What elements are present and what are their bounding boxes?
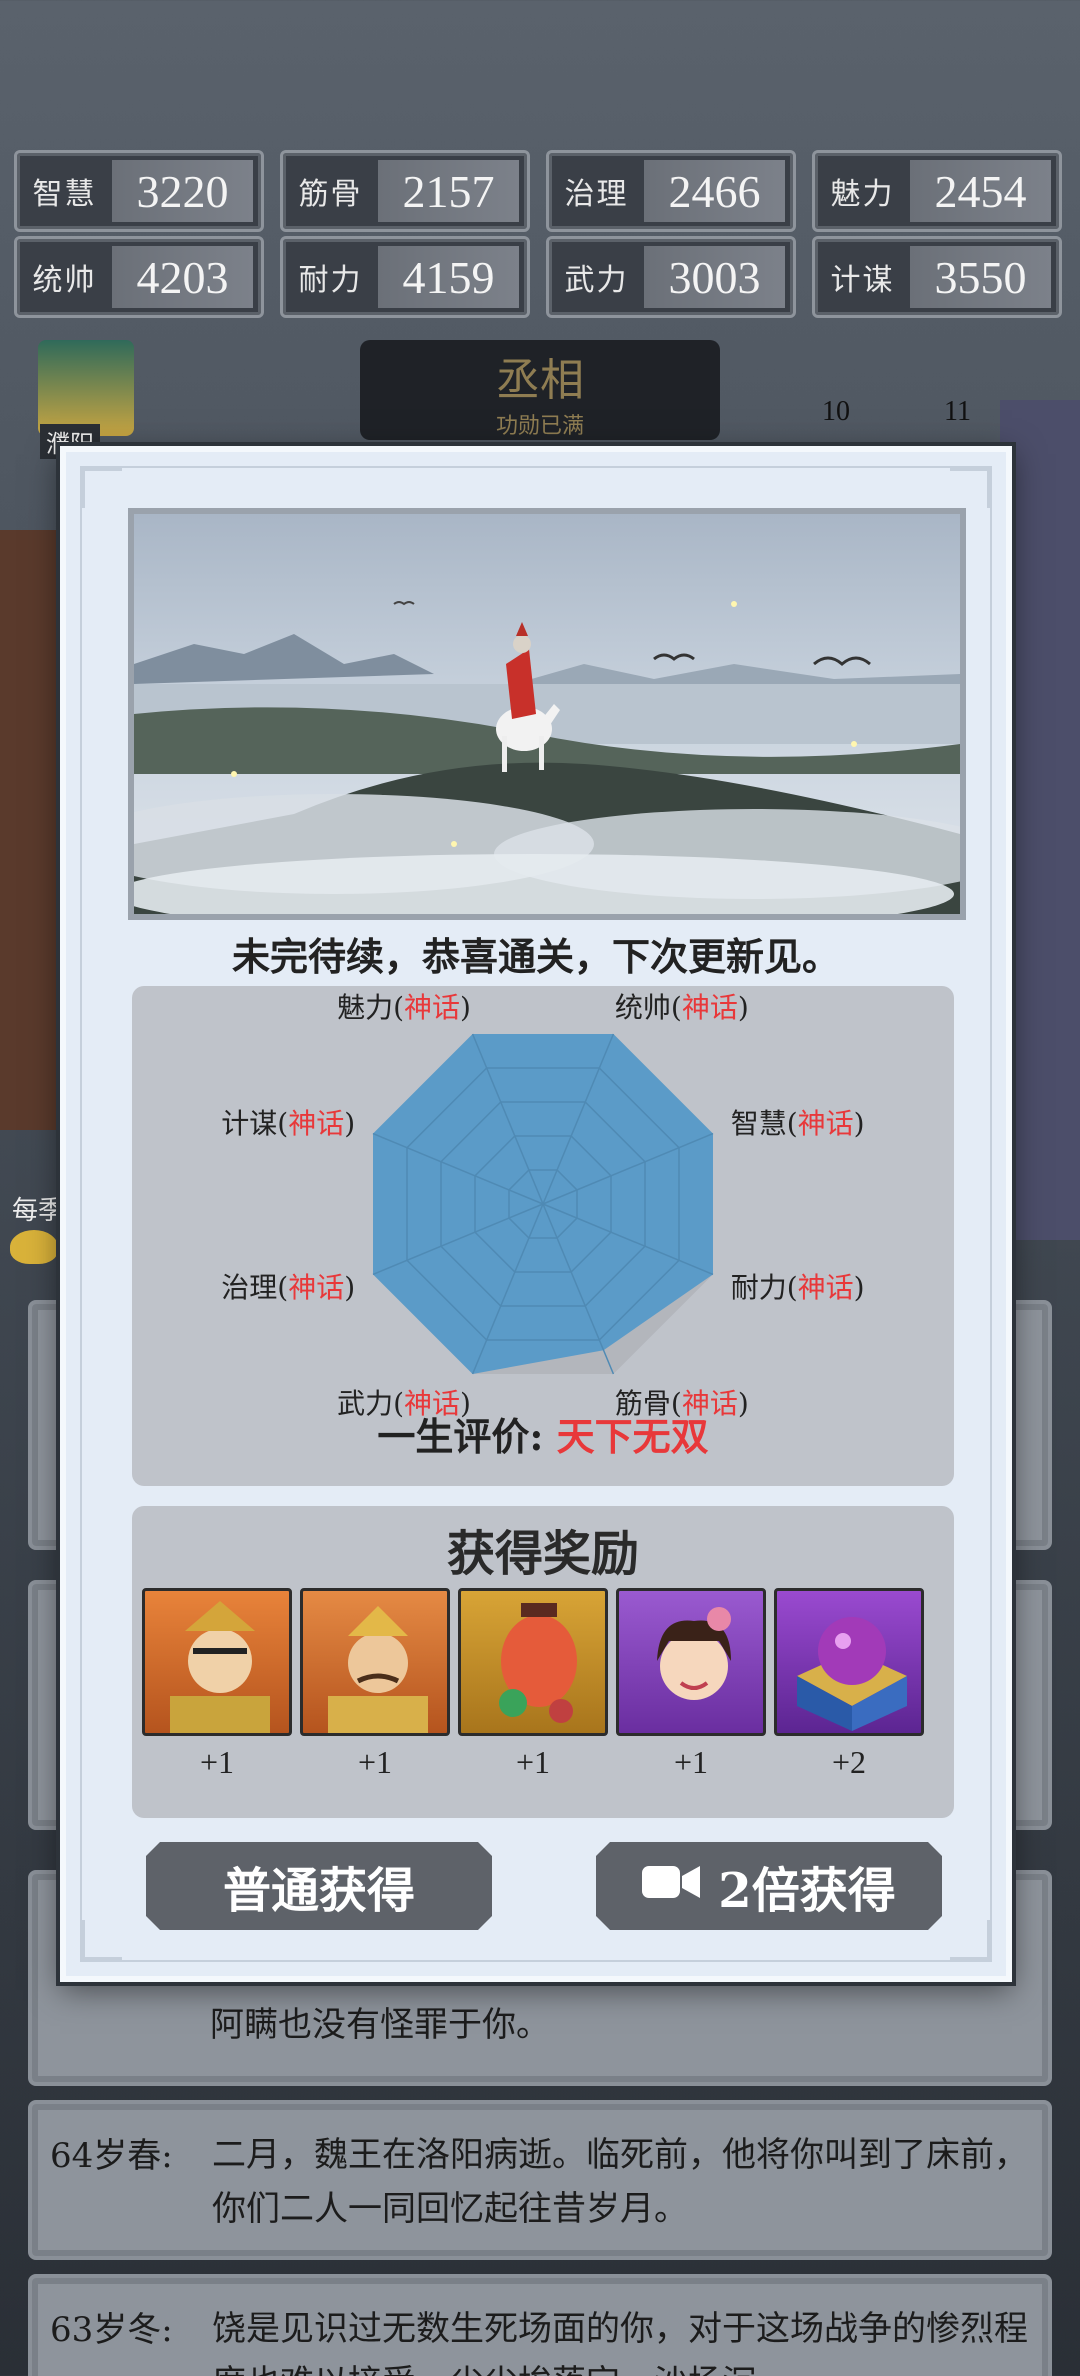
radar-label-grade: 神话 [288, 1107, 345, 1141]
left-portrait-strip [0, 530, 60, 1130]
treasure-chest-icon[interactable] [774, 1588, 924, 1736]
stat-label: 统帅 [32, 263, 97, 298]
stat-endurance: 耐力 4159 [280, 236, 530, 318]
radar-label-name: 治理( [221, 1270, 289, 1304]
radar-label-close: ) [460, 991, 471, 1025]
stat-label: 武力 [564, 263, 629, 298]
stat-label: 魅力 [830, 177, 895, 212]
double-claim-button[interactable]: 2倍获得 [596, 1842, 942, 1930]
lady-portrait-icon[interactable] [616, 1588, 766, 1736]
reward-count: +1 [357, 1744, 393, 1780]
stat-strategy: 计谋 3550 [812, 236, 1062, 318]
life-verdict: 一生评价: 天下无双 [132, 1406, 954, 1461]
verdict-label: 一生评价: [377, 1414, 544, 1459]
radar-label-name: 耐力( [730, 1270, 798, 1304]
stat-label: 耐力 [298, 263, 363, 298]
radar-label-close: ) [853, 1270, 865, 1304]
right-portrait-strip [1000, 400, 1080, 1240]
season-label: 每季 [12, 1196, 65, 1226]
radar-label: 魅力(神话) [337, 986, 471, 1026]
corner-ornament [82, 468, 122, 508]
radar-label: 统帅(神话) [615, 986, 749, 1026]
stat-value: 3550 [910, 246, 1051, 308]
log-card: 64岁春: 二月，魏王在洛阳病逝。临死前，他将你叫到了床前，你们二人一同回忆起往… [28, 2100, 1052, 2260]
reward-count: +1 [673, 1744, 709, 1780]
corner-ornament [82, 1920, 122, 1960]
radar-label-close: ) [344, 1107, 356, 1141]
rank-title: 丞相 [496, 355, 584, 406]
log-text: 饶是见识过无数生死场面的你，对于这场战争的惨烈程度也难以接受。尘尘埃落定，沙场沉 [212, 2309, 1028, 2376]
radar-label-name: 计谋( [221, 1107, 289, 1141]
level-badge: 10 [822, 396, 850, 427]
radar-label-close: ) [344, 1270, 356, 1304]
radar-label-grade: 神话 [797, 1270, 854, 1304]
stat-wisdom: 智慧 3220 [14, 150, 264, 232]
stat-value: 2454 [910, 160, 1051, 222]
radar-label-grade: 神话 [404, 991, 461, 1025]
stat-label: 筋骨 [298, 177, 363, 212]
rewards-title: 获得奖励 [446, 1526, 639, 1582]
stat-value: 2466 [644, 160, 785, 222]
radar-label-close: ) [737, 991, 749, 1025]
log-text: 二月，魏王在洛阳病逝。临死前，他将你叫到了床前，你们二人一同回忆起往昔岁月。 [212, 2135, 1028, 2229]
ending-modal: 未完待续，恭喜通关，下次更新见。 魅力(神话) 统帅(神话) 智慧(神话) 耐力(神话… [60, 446, 1012, 1982]
log-age: 64岁春: [50, 2136, 173, 2176]
radar-label-name: 智慧( [730, 1107, 798, 1141]
attribute-radar-panel: 魅力(神话) 统帅(神话) 智慧(神话) 耐力(神话) 筋骨(神话) 武力(神话) 治理(神… [132, 986, 954, 1486]
radar-label-name: 魅力( [337, 991, 405, 1025]
attribute-radar-chart [372, 1033, 714, 1375]
radar-label: 治理(神话) [221, 1266, 355, 1306]
reward-count: +2 [831, 1744, 867, 1780]
verdict-value: 天下无双 [556, 1414, 709, 1459]
stat-charisma: 魅力 2454 [812, 150, 1062, 232]
normal-claim-button[interactable]: 普通获得 [146, 1842, 492, 1930]
general-portrait-2-icon[interactable] [300, 1588, 450, 1736]
stat-label: 智慧 [32, 177, 97, 212]
stat-value: 2157 [378, 160, 519, 222]
city-gate-icon[interactable] [38, 340, 134, 436]
normal-claim-label: 普通获得 [222, 1863, 415, 1919]
radar-label-grade: 神话 [288, 1270, 345, 1304]
radar-label-name: 统帅( [614, 991, 682, 1025]
stat-label: 计谋 [830, 263, 895, 298]
stat-physique: 筋骨 2157 [280, 150, 530, 232]
radar-label: 智慧(神话) [731, 1102, 865, 1142]
double-claim-label: 2倍获得 [718, 1863, 896, 1919]
reward-count: +1 [199, 1744, 235, 1780]
log-text: 阿瞒也没有怪罪于你。 [210, 2005, 550, 2045]
stat-governance: 治理 2466 [546, 150, 796, 232]
level-badge: 11 [944, 396, 971, 427]
stat-command: 统帅 4203 [14, 236, 264, 318]
radar-label-close: ) [853, 1107, 865, 1141]
general-portrait-1-icon[interactable] [142, 1588, 292, 1736]
ending-caption: 未完待续，恭喜通关，下次更新见。 [231, 934, 840, 979]
log-age: 63岁冬: [50, 2310, 173, 2350]
radar-label: 计谋(神话) [221, 1102, 355, 1142]
radar-label-grade: 神话 [797, 1107, 854, 1141]
ending-illustration [128, 508, 966, 920]
rank-subtitle: 功勋已满 [495, 414, 584, 439]
stat-value: 3003 [644, 246, 785, 308]
log-card: 63岁冬: 饶是见识过无数生死场面的你，对于这场战争的惨烈程度也难以接受。尘尘埃… [28, 2274, 1052, 2376]
reward-count: +1 [515, 1744, 551, 1780]
lantern-bell-icon[interactable] [458, 1588, 608, 1736]
stat-value: 3220 [112, 160, 253, 222]
gold-ingot-icon [10, 1230, 58, 1264]
stat-label: 治理 [564, 177, 629, 212]
stat-force: 武力 3003 [546, 236, 796, 318]
stat-value: 4203 [112, 246, 253, 308]
corner-ornament [950, 468, 990, 508]
corner-ornament [950, 1920, 990, 1960]
rank-plate: 丞相 功勋已满 [360, 340, 720, 440]
rider-landscape-image [134, 514, 960, 914]
radar-label: 耐力(神话) [731, 1266, 865, 1306]
rewards-panel: 获得奖励 +1 +1 +1 +1 +2 [132, 1506, 954, 1818]
video-camera-icon [642, 1858, 700, 1914]
stat-value: 4159 [378, 246, 519, 308]
radar-label-grade: 神话 [681, 991, 738, 1025]
